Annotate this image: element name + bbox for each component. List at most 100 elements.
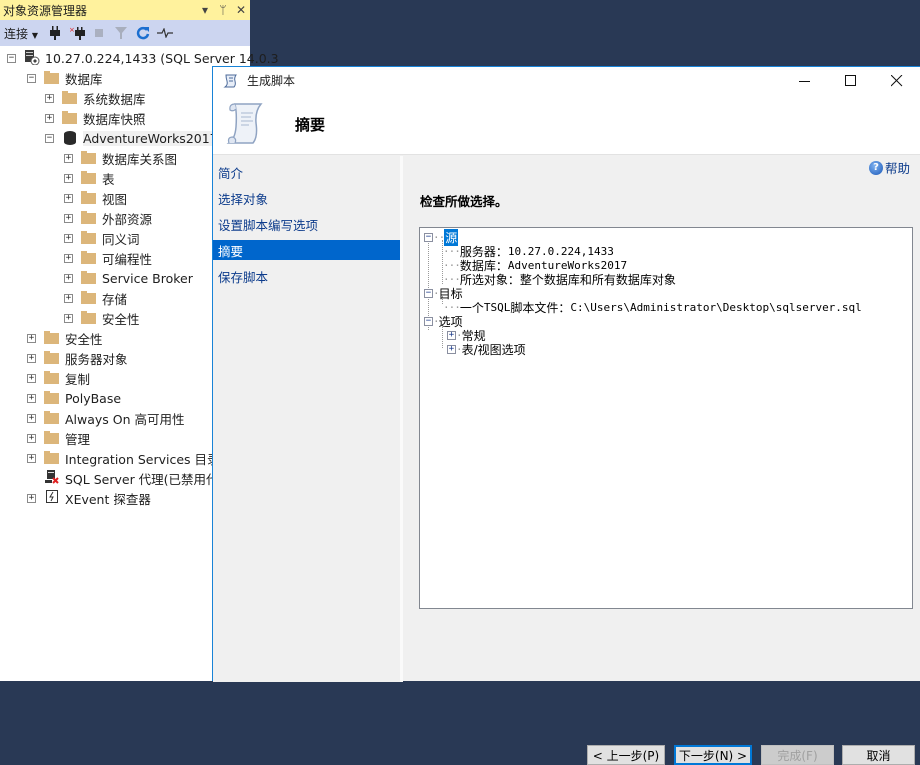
tree-node-server[interactable]: − 10.27.0.224,1433 (SQL Server 14.0.3 — [0, 48, 279, 68]
minimize-button[interactable] — [782, 67, 828, 94]
chevron-down-icon: ▼ — [31, 30, 38, 40]
close-icon[interactable]: ✕ — [232, 3, 250, 17]
connect-button[interactable]: 连接 ▼ — [4, 25, 38, 42]
expand-icon[interactable]: + — [27, 453, 36, 463]
summary-node-target[interactable]: − · 目标 — [420, 286, 912, 301]
nav-item[interactable]: 选择对象 — [213, 188, 400, 208]
expand-icon[interactable]: + — [64, 233, 73, 243]
object-explorer-toolbar: 连接 ▼ × — [0, 20, 250, 46]
nav-item[interactable]: 简介 — [213, 162, 400, 182]
collapse-icon[interactable]: − — [424, 316, 433, 326]
summary-tree[interactable]: − ·· 源 ··· 服务器： 10.27.0.224,1433 ··· 数据库… — [419, 227, 913, 609]
folder-icon — [81, 250, 96, 264]
collapse-icon[interactable]: − — [424, 288, 433, 298]
svg-text:×: × — [69, 26, 75, 34]
previous-button[interactable]: < 上一步(P) — [587, 745, 665, 765]
connect-label: 连接 — [4, 26, 29, 41]
expand-icon[interactable]: + — [27, 353, 36, 363]
dialog-titlebar: 生成脚本 — [213, 67, 920, 94]
folder-icon — [81, 270, 96, 284]
expand-icon[interactable]: + — [64, 293, 73, 303]
folder-icon — [44, 450, 59, 464]
database-icon — [64, 131, 76, 145]
xevent-profiler-icon — [44, 490, 60, 506]
expand-icon[interactable]: + — [64, 213, 73, 223]
tree-node-label: 数据库快照 — [83, 111, 146, 127]
nav-item[interactable]: 保存脚本 — [213, 266, 400, 286]
nav-item[interactable]: 摘要 — [213, 240, 400, 260]
expand-icon[interactable]: + — [27, 493, 36, 503]
expand-icon[interactable]: + — [64, 313, 73, 323]
tree-node-label: 管理 — [65, 431, 91, 447]
tree-node-label: Always On 高可用性 — [65, 411, 185, 427]
folder-icon — [62, 110, 77, 124]
tree-node-label: 服务器对象 — [65, 351, 128, 367]
filter-icon[interactable] — [112, 24, 130, 42]
expand-icon[interactable]: + — [64, 173, 73, 183]
expand-icon[interactable]: + — [64, 273, 73, 283]
close-button[interactable] — [874, 67, 920, 94]
tree-node-label: AdventureWorks2017 — [83, 130, 220, 146]
cancel-button[interactable]: 取消 — [842, 745, 915, 765]
expand-icon[interactable]: + — [27, 333, 36, 343]
no-expander — [27, 474, 36, 483]
nav-item[interactable]: 设置脚本编写选项 — [213, 214, 400, 234]
folder-icon — [81, 310, 96, 324]
expand-icon[interactable]: + — [64, 153, 73, 163]
collapse-icon[interactable]: − — [27, 73, 36, 83]
expand-icon[interactable]: + — [27, 413, 36, 423]
folder-icon — [44, 330, 59, 344]
tree-node-label: 系统数据库 — [83, 91, 146, 107]
activity-monitor-icon[interactable] — [156, 24, 174, 42]
dropdown-icon[interactable]: ▾ — [196, 3, 214, 17]
expand-icon[interactable]: + — [45, 93, 54, 103]
folder-icon — [81, 230, 96, 244]
connect-icon[interactable] — [46, 24, 64, 42]
collapse-icon[interactable]: − — [7, 53, 16, 63]
folder-icon — [44, 410, 59, 424]
next-button[interactable]: 下一步(N) > — [674, 745, 752, 765]
pin-icon[interactable]: ᛘ — [214, 3, 232, 17]
summary-node-table-view[interactable]: + · 表/视图选项 — [420, 342, 912, 357]
sql-agent-disabled-icon — [44, 469, 60, 487]
tree-node-label: 表 — [102, 171, 115, 187]
expand-icon[interactable]: + — [64, 253, 73, 263]
summary-item-objects: ··· 所选对象： 整个数据库和所有数据库对象 — [443, 272, 676, 287]
folder-icon — [81, 190, 96, 204]
finish-button[interactable]: 完成(F) — [761, 745, 834, 765]
disconnect-icon[interactable]: × — [68, 24, 86, 42]
expand-icon[interactable]: + — [45, 113, 54, 123]
folder-icon — [44, 430, 59, 444]
object-explorer-titlebar: 对象资源管理器 ▾ ᛘ ✕ — [0, 0, 250, 20]
tree-node-label: 复制 — [65, 371, 91, 387]
file-key-type: TSQL — [483, 300, 511, 314]
expand-icon[interactable]: + — [27, 433, 36, 443]
folder-icon — [44, 390, 59, 404]
summary-node-options[interactable]: − · 选项 — [420, 314, 912, 329]
objects-key: 所选对象： — [459, 272, 520, 287]
tree-node-label: PolyBase — [65, 390, 122, 406]
server-node-label: 10.27.0.224,1433 (SQL Server 14.0.3 — [45, 50, 279, 66]
folder-icon — [44, 350, 59, 364]
source-label: 源 — [444, 228, 459, 246]
refresh-icon[interactable] — [134, 24, 152, 42]
expand-icon[interactable]: + — [64, 193, 73, 203]
expand-icon[interactable]: + — [27, 373, 36, 383]
expand-icon[interactable]: + — [27, 393, 36, 403]
stop-icon[interactable] — [90, 24, 108, 42]
expand-icon[interactable]: + — [447, 330, 456, 340]
tree-node-label: 存储 — [102, 291, 128, 307]
collapse-icon[interactable]: − — [424, 232, 433, 242]
tree-node-label: 外部资源 — [102, 211, 153, 227]
tree-node-label: 视图 — [102, 191, 128, 207]
script-icon — [223, 73, 239, 89]
maximize-button[interactable] — [828, 67, 874, 94]
objects-value: 整个数据库和所有数据库对象 — [519, 272, 676, 287]
summary-content: ? 帮助 检查所做选择。 − ·· 源 ··· 服务器： 10.27.0.224… — [406, 156, 920, 765]
expand-icon[interactable]: + — [447, 344, 456, 354]
help-link[interactable]: ? 帮助 — [868, 158, 910, 177]
file-key-prefix: 一个 — [459, 300, 484, 315]
server-icon — [24, 49, 40, 68]
tree-node-label: Service Broker — [102, 270, 193, 286]
collapse-icon[interactable]: − — [45, 133, 54, 143]
